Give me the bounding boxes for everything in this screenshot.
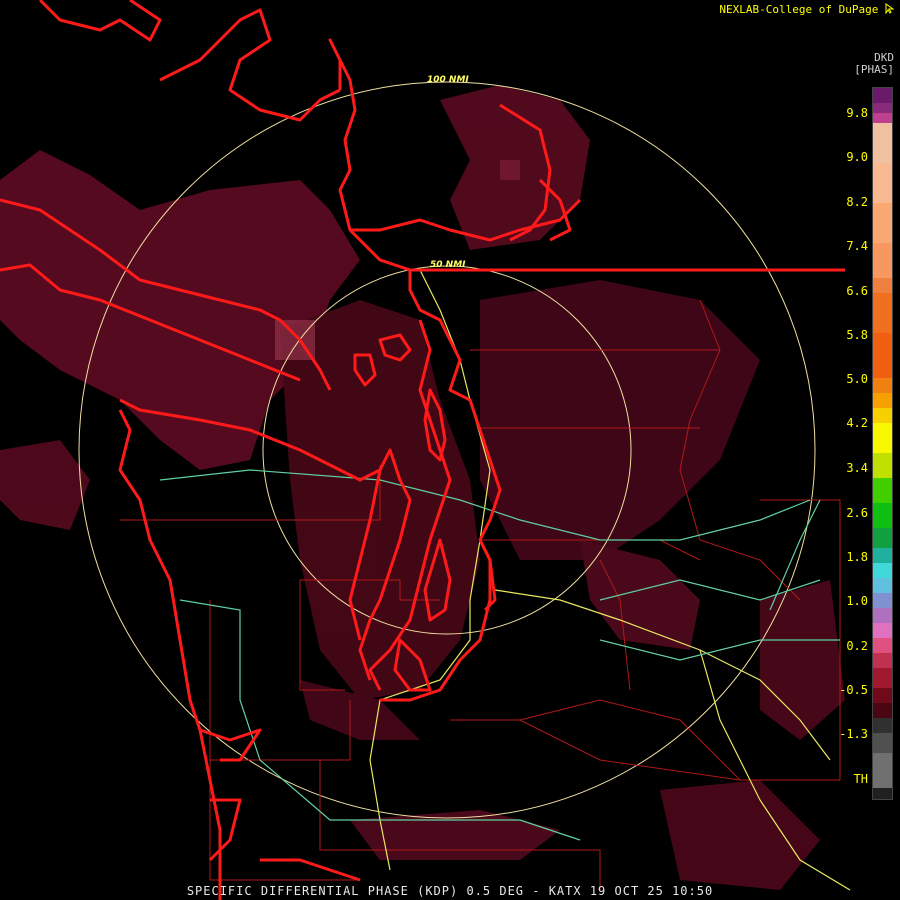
- scale-label: 2.6: [846, 506, 868, 520]
- legend-title: DKD [PHAS]: [854, 52, 894, 76]
- scale-label: 7.4: [846, 239, 868, 253]
- scale-label: 1.8: [846, 550, 868, 564]
- scale-label: 3.4: [846, 461, 868, 475]
- scale-label: 5.0: [846, 372, 868, 386]
- scale-label: 8.2: [846, 195, 868, 209]
- scale-label: 9.8: [846, 106, 868, 120]
- legend-units: [PHAS]: [854, 63, 894, 76]
- coastline-north: [38, 0, 162, 42]
- scale-label: 1.0: [846, 594, 868, 608]
- echo-region-southeast: [580, 540, 700, 650]
- coastline-columbia: [260, 858, 361, 882]
- scale-label: 0.2: [846, 639, 868, 653]
- echo-region-west: [0, 440, 90, 530]
- scale-label: 6.6: [846, 284, 868, 298]
- coastline-pacific: [118, 409, 222, 900]
- color-scale-labels: 9.8 9.0 8.2 7.4 6.6 5.8 5.0 4.2 3.4 2.6 …: [838, 87, 872, 800]
- credit-text: NEXLAB-College of DuPage: [719, 3, 879, 16]
- echo-region-bottom-right: [660, 780, 820, 890]
- scale-label: 9.0: [846, 150, 868, 164]
- scale-label: TH: [853, 772, 868, 786]
- scale-label: -1.3: [839, 727, 868, 741]
- scale-label: -0.5: [839, 683, 868, 697]
- echo-region-east: [480, 280, 760, 560]
- echo-hotspot: [500, 160, 520, 180]
- color-scale-swatches: [873, 88, 892, 799]
- product-footer: SPECIFIC DIFFERENTIAL PHASE (KDP) 0.5 DE…: [186, 884, 714, 898]
- cursor-arrow-icon: [885, 3, 895, 15]
- coastline-east-ridge: [478, 539, 497, 612]
- scale-label: 5.8: [846, 328, 868, 342]
- coastline-north2: [159, 8, 341, 122]
- radar-map: 100 NMI 50 NMI: [0, 0, 851, 900]
- color-scale-bar: [872, 87, 893, 800]
- echo-layer: [0, 85, 845, 890]
- credit-label: NEXLAB-College of DuPage: [719, 3, 895, 16]
- ring-label-100: 100 NMI: [427, 75, 469, 85]
- scale-label: 4.2: [846, 416, 868, 430]
- coastline-grays-harbor: [199, 728, 262, 762]
